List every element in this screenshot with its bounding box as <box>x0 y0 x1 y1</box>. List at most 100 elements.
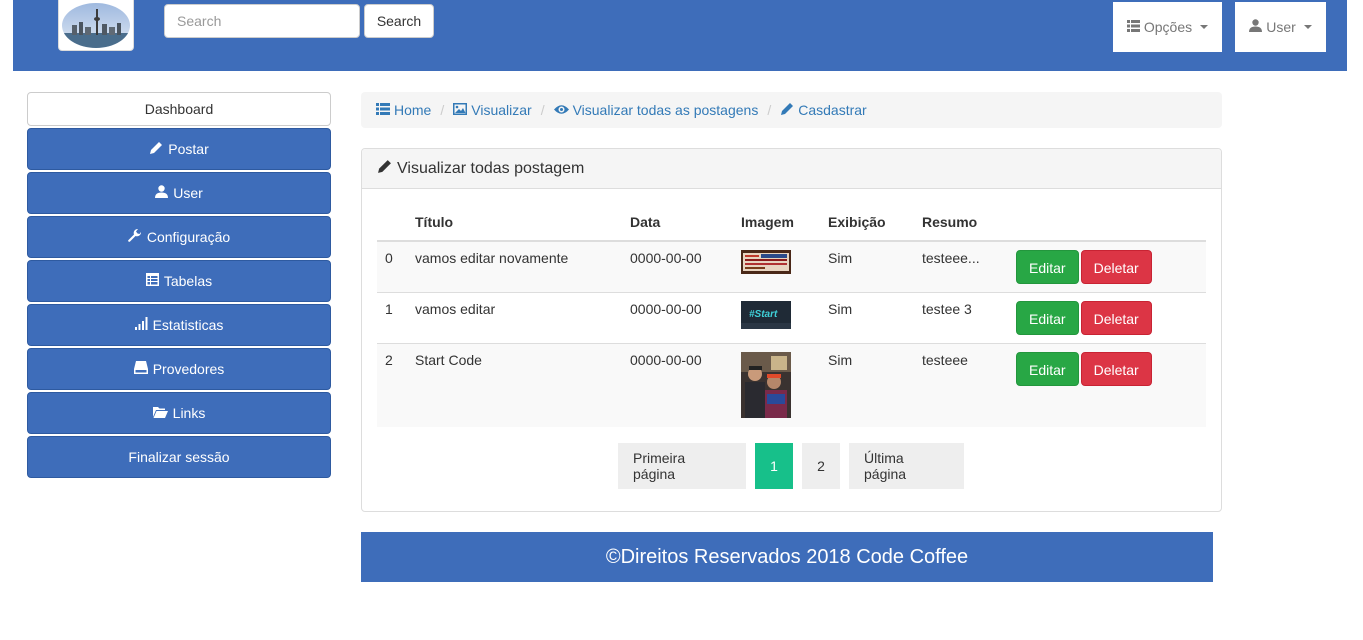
sidebar-item-label: Provedores <box>152 361 225 377</box>
picture-icon <box>453 102 468 118</box>
cell-resumo: testee 3 <box>914 292 1008 344</box>
column-header-exibicao: Exibição <box>820 203 914 242</box>
pagination-first[interactable]: Primeira página <box>618 443 746 489</box>
delete-button[interactable]: Deletar <box>1080 301 1152 335</box>
cell-exibicao: Sim <box>820 292 914 344</box>
table-row: 2 Start Code 0000-00-00 Sim testeee Edit… <box>377 343 1206 427</box>
user-label: User <box>1266 19 1296 35</box>
table-header-row: Título Data Imagem Exibição Resumo <box>377 203 1206 242</box>
cell-exibicao: Sim <box>820 343 914 427</box>
sidebar-item-finalizar-sessao[interactable]: Finalizar sessão <box>27 436 331 478</box>
cell-actions: Editar Deletar <box>1008 292 1206 344</box>
post-thumbnail[interactable]: #Start <box>741 301 791 329</box>
delete-button[interactable]: Deletar <box>1080 250 1152 284</box>
breadcrumb-label: Home <box>394 102 432 118</box>
cell-imagem: #Start <box>733 292 820 344</box>
pencil-icon <box>149 141 163 158</box>
column-header-imagem: Imagem <box>733 203 820 242</box>
breadcrumb-home[interactable]: Home <box>376 102 431 118</box>
sidebar-item-label: Configuração <box>146 229 231 245</box>
cell-actions: Editar Deletar <box>1008 240 1206 293</box>
sidebar-item-label: Postar <box>168 141 209 157</box>
sidebar: Dashboard Postar User Configuração Tabel… <box>27 92 331 480</box>
breadcrumb-separator: / <box>540 102 545 118</box>
sidebar-item-label: Tabelas <box>163 273 213 289</box>
cell-resumo: testeee... <box>914 240 1008 293</box>
cell-imagem <box>733 240 820 293</box>
breadcrumb-separator: / <box>767 102 772 118</box>
user-icon <box>1249 19 1263 35</box>
list-icon <box>1126 19 1140 35</box>
sidebar-item-links[interactable]: Links <box>27 392 331 434</box>
caret-down-icon <box>1303 25 1312 29</box>
pencil-icon <box>780 102 794 119</box>
top-navbar: Search Opções User <box>13 0 1347 71</box>
panel-title: Visualizar todas postagem <box>397 159 585 177</box>
cell-imagem <box>733 343 820 427</box>
breadcrumb-separator: / <box>440 102 445 118</box>
search-input[interactable] <box>164 4 360 38</box>
search-button[interactable]: Search <box>364 4 434 38</box>
pagination: Primeira página 1 2 Última página <box>618 443 964 489</box>
pagination-page-2[interactable]: 2 <box>802 443 840 489</box>
options-dropdown[interactable]: Opções <box>1113 2 1222 52</box>
edit-button[interactable]: Editar <box>1016 352 1079 386</box>
cell-data: 0000-00-00 <box>622 240 733 293</box>
sidebar-item-label: Finalizar sessão <box>128 449 230 465</box>
column-header-actions <box>1008 203 1206 242</box>
cell-data: 0000-00-00 <box>622 343 733 427</box>
breadcrumb-label: Visualizar todas as postagens <box>572 102 759 118</box>
wrench-icon <box>128 228 142 246</box>
table-row: 1 vamos editar 0000-00-00 #Start Sim tes… <box>377 292 1206 344</box>
sidebar-item-configuracao[interactable]: Configuração <box>27 216 331 258</box>
signal-icon <box>134 317 148 333</box>
sidebar-item-estatisticas[interactable]: Estatisticas <box>27 304 331 346</box>
sidebar-item-label: Estatisticas <box>152 317 224 333</box>
delete-button[interactable]: Deletar <box>1080 352 1152 386</box>
cell-data: 0000-00-00 <box>622 292 733 344</box>
table-row: 0 vamos editar novamente 0000-00-00 Sim <box>377 240 1206 293</box>
column-header-data: Data <box>622 203 733 242</box>
cell-id: 2 <box>377 343 407 427</box>
cell-actions: Editar Deletar <box>1008 343 1206 427</box>
sidebar-item-provedores[interactable]: Provedores <box>27 348 331 390</box>
sidebar-item-label: Dashboard <box>144 101 214 117</box>
breadcrumb-cadastrar[interactable]: Casdastrar <box>780 102 867 119</box>
breadcrumb-visualizar-todas[interactable]: Visualizar todas as postagens <box>553 102 759 118</box>
breadcrumb-label: Visualizar <box>471 102 532 118</box>
column-header-titulo: Título <box>407 203 622 242</box>
post-thumbnail[interactable] <box>741 250 791 274</box>
column-header-resumo: Resumo <box>914 203 1008 242</box>
sidebar-item-label: Links <box>172 405 206 421</box>
sidebar-item-user[interactable]: User <box>27 172 331 214</box>
eye-icon <box>553 102 569 118</box>
cell-titulo: vamos editar <box>407 292 622 344</box>
thumbnail-text: #Start <box>749 309 778 320</box>
pagination-page-1[interactable]: 1 <box>755 443 793 489</box>
user-dropdown[interactable]: User <box>1235 2 1326 52</box>
edit-button[interactable]: Editar <box>1016 301 1079 335</box>
site-logo[interactable] <box>58 0 134 51</box>
column-header-id <box>377 203 407 242</box>
breadcrumb: Home / Visualizar / Visualizar todas as … <box>361 92 1222 128</box>
pagination-last[interactable]: Última página <box>849 443 964 489</box>
cell-titulo: vamos editar novamente <box>407 240 622 293</box>
posts-panel: Visualizar todas postagem Título Data Im… <box>361 148 1222 512</box>
table-icon <box>145 273 159 289</box>
sidebar-item-dashboard[interactable]: Dashboard <box>27 92 331 126</box>
posts-table: Título Data Imagem Exibição Resumo 0 vam… <box>377 203 1206 427</box>
logo-image <box>62 2 130 48</box>
panel-heading: Visualizar todas postagem <box>362 149 1221 189</box>
pencil-icon <box>377 159 392 179</box>
cell-titulo: Start Code <box>407 343 622 427</box>
edit-button[interactable]: Editar <box>1016 250 1079 284</box>
cell-exibicao: Sim <box>820 240 914 293</box>
list-icon <box>376 102 390 118</box>
folder-open-icon <box>152 405 168 421</box>
sidebar-item-tabelas[interactable]: Tabelas <box>27 260 331 302</box>
post-thumbnail[interactable] <box>741 352 791 418</box>
sidebar-item-postar[interactable]: Postar <box>27 128 331 170</box>
breadcrumb-visualizar[interactable]: Visualizar <box>453 102 532 118</box>
hdd-icon <box>133 361 148 377</box>
breadcrumb-label: Casdastrar <box>798 102 867 118</box>
